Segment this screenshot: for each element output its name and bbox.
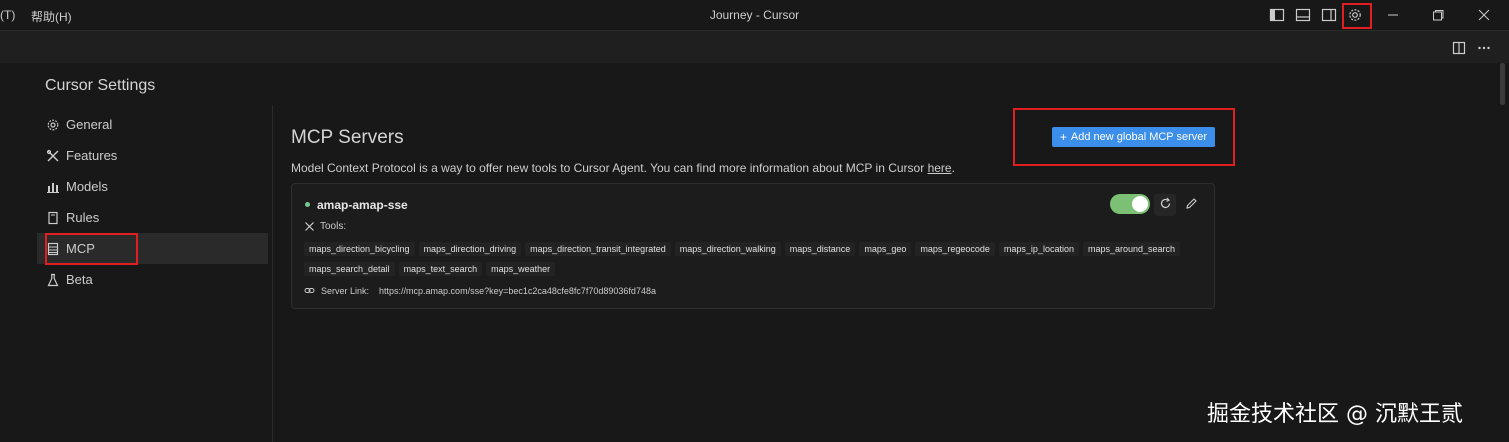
- tool-chip: maps_direction_bicycling: [304, 242, 415, 256]
- tool-chip: maps_regeocode: [915, 242, 995, 256]
- tools-list: maps_direction_bicycling maps_direction_…: [304, 242, 1194, 282]
- page-title: MCP Servers: [291, 127, 404, 148]
- edit-server-button[interactable]: [1180, 194, 1202, 216]
- refresh-icon: [1159, 197, 1172, 213]
- sidebar-item-beta[interactable]: Beta: [37, 264, 268, 295]
- more-actions-icon[interactable]: [1476, 40, 1492, 56]
- close-icon[interactable]: [1474, 5, 1494, 25]
- tool-chip: maps_distance: [784, 242, 856, 256]
- toggle-secondary-sidebar-icon[interactable]: [1320, 6, 1338, 24]
- server-link: Server Link: https://mcp.amap.com/sse?ke…: [304, 285, 656, 296]
- bar-chart-icon: [46, 180, 60, 194]
- refresh-server-button[interactable]: [1154, 194, 1176, 216]
- gear-icon: [46, 118, 60, 132]
- tool-chip: maps_direction_walking: [674, 242, 781, 256]
- tools-label: Tools:: [304, 221, 346, 232]
- mcp-server-card: amap-amap-sse Tools: maps_direction_bicy…: [291, 183, 1215, 309]
- sidebar-item-label: Features: [66, 148, 118, 163]
- book-icon: [46, 211, 60, 225]
- link-icon: [304, 288, 315, 293]
- highlight-box-add-server: [1013, 108, 1235, 166]
- pencil-icon: [1185, 197, 1198, 213]
- mcp-description: Model Context Protocol is a way to offer…: [291, 161, 955, 175]
- server-link-label: Server Link:: [321, 285, 370, 296]
- watermark: 掘金技术社区 @ 沉默王贰: [1207, 402, 1463, 427]
- highlight-box-mcp: [45, 233, 138, 265]
- settings-title: Cursor Settings: [45, 77, 156, 94]
- editor-tab-bar: [0, 31, 1509, 63]
- sidebar-item-label: Models: [66, 179, 108, 194]
- sidebar-divider: [272, 105, 273, 442]
- sidebar-item-label: General: [66, 117, 113, 132]
- toggle-primary-sidebar-icon[interactable]: [1268, 6, 1286, 24]
- sidebar-item-rules[interactable]: Rules: [37, 202, 268, 233]
- title-bar: (T) 帮助(H) Journey - Cursor: [0, 0, 1509, 31]
- sidebar-item-models[interactable]: Models: [37, 171, 268, 202]
- tool-chip: maps_geo: [859, 242, 912, 256]
- tool-chip: maps_ip_location: [998, 242, 1079, 256]
- tool-chip: maps_weather: [486, 262, 556, 276]
- sidebar-item-general[interactable]: General: [37, 109, 268, 140]
- toggle-panel-icon[interactable]: [1294, 6, 1312, 24]
- status-indicator: [305, 202, 310, 207]
- minimize-icon[interactable]: [1383, 5, 1403, 25]
- highlight-box-settings: [1342, 3, 1372, 29]
- sidebar-item-label: Rules: [66, 210, 100, 225]
- sidebar-item-features[interactable]: Features: [37, 140, 268, 171]
- toggle-knob: [1132, 196, 1148, 212]
- settings-sidebar: General Features Models Rules MCP Beta: [37, 109, 268, 295]
- server-link-url: https://mcp.amap.com/sse?key=bec1c2ca48c…: [379, 285, 656, 296]
- mcp-docs-link[interactable]: here: [928, 161, 952, 175]
- tool-chip: maps_text_search: [398, 262, 483, 276]
- tool-chip: maps_search_detail: [304, 262, 395, 276]
- split-editor-icon[interactable]: [1451, 40, 1467, 56]
- scrollbar[interactable]: [1500, 63, 1505, 105]
- tools-label-text: Tools:: [320, 221, 347, 232]
- sidebar-item-label: Beta: [66, 272, 93, 287]
- mcp-description-end: .: [951, 161, 955, 175]
- flask-icon: [46, 273, 60, 287]
- tool-chip: maps_direction_driving: [418, 242, 522, 256]
- restore-icon[interactable]: [1428, 5, 1448, 25]
- server-name: amap-amap-sse: [317, 198, 408, 212]
- tools-icon: [46, 149, 60, 163]
- tool-chip: maps_direction_transit_integrated: [525, 242, 671, 256]
- mcp-description-text: Model Context Protocol is a way to offer…: [291, 161, 928, 175]
- server-enable-toggle[interactable]: [1110, 194, 1150, 214]
- tool-chip: maps_around_search: [1082, 242, 1181, 256]
- tools-icon: [305, 222, 314, 231]
